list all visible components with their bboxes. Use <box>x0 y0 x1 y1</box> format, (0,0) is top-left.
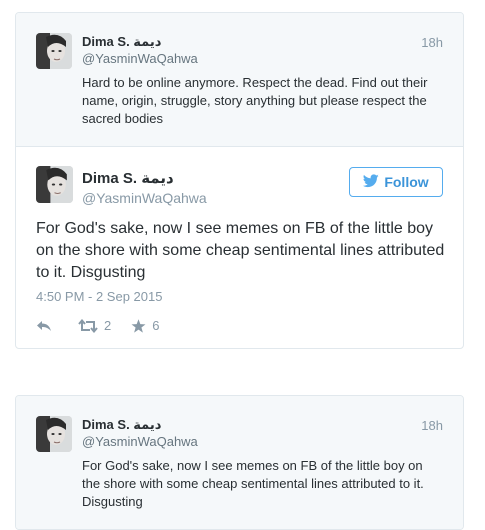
avatar[interactable] <box>36 416 72 452</box>
author-name[interactable]: Dima S. ديمة <box>82 169 174 187</box>
tweet-text: For God's sake, now I see memes on FB of… <box>36 220 445 281</box>
tweet-timestamp[interactable]: 4:50 PM - 2 Sep 2015 <box>36 289 162 304</box>
embedded-tweet-card: Dima S. ديمة @YasminWaQahwa 18h For God'… <box>15 395 464 530</box>
author-handle[interactable]: @YasminWaQahwa <box>82 434 198 449</box>
main-tweet: Dima S. ديمة @YasminWaQahwa Follow For G… <box>16 147 463 348</box>
tweet-text: For God's sake, now I see memes on FB of… <box>82 458 424 509</box>
follow-label: Follow <box>384 174 429 190</box>
tweet-text: Hard to be online anymore. Respect the d… <box>82 75 428 126</box>
tweet-actions: 2 6 <box>36 318 159 333</box>
author-name[interactable]: Dima S. ديمة <box>82 417 161 433</box>
twitter-bird-icon <box>363 173 380 191</box>
reply-button[interactable] <box>36 320 52 332</box>
retweet-button[interactable]: 2 <box>78 318 111 333</box>
favorite-count: 6 <box>152 318 160 333</box>
avatar[interactable] <box>36 166 73 203</box>
quoted-tweet[interactable]: Dima S. ديمة @YasminWaQahwa 18h For God'… <box>16 396 463 529</box>
retweet-icon <box>78 318 98 333</box>
retweet-count: 2 <box>104 318 112 333</box>
author-handle[interactable]: @YasminWaQahwa <box>82 51 198 66</box>
follow-button[interactable]: Follow <box>349 167 443 197</box>
favorite-button[interactable]: 6 <box>131 318 159 333</box>
reply-icon <box>36 320 52 332</box>
author-handle[interactable]: @YasminWaQahwa <box>82 190 207 206</box>
embedded-tweet-card: Dima S. ديمة @YasminWaQahwa 18h Hard to … <box>15 12 464 349</box>
tweet-time[interactable]: 18h <box>421 418 443 433</box>
author-name[interactable]: Dima S. ديمة <box>82 34 161 50</box>
favorite-star-icon <box>131 318 146 333</box>
quoted-tweet[interactable]: Dima S. ديمة @YasminWaQahwa 18h Hard to … <box>16 13 463 147</box>
avatar[interactable] <box>36 33 72 69</box>
tweet-time[interactable]: 18h <box>421 35 443 50</box>
